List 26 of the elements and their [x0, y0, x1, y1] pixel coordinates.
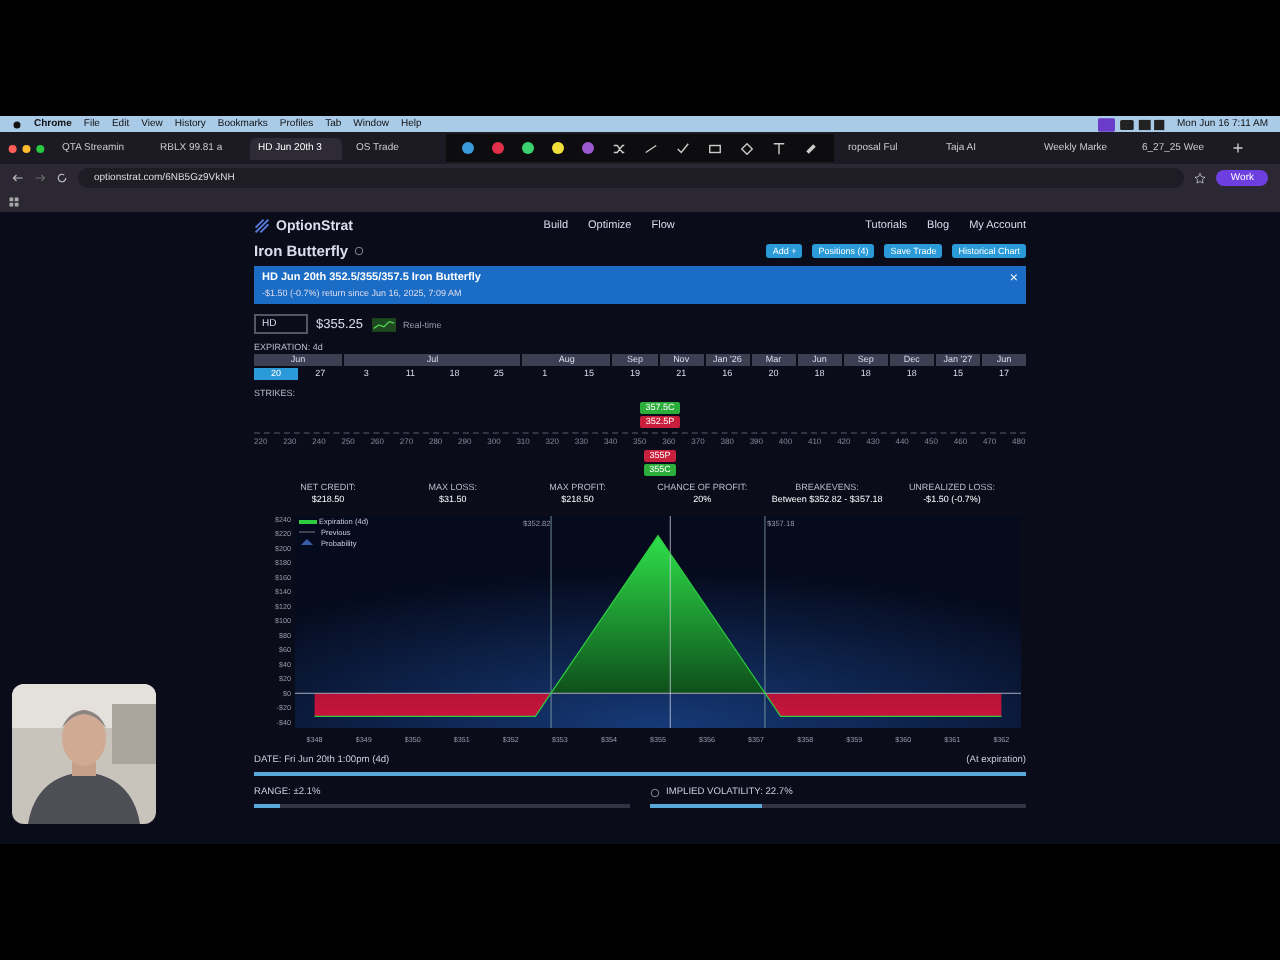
apps-icon[interactable]: [8, 196, 20, 208]
color-swatch[interactable]: [492, 142, 504, 154]
color-swatch[interactable]: [582, 142, 594, 154]
apple-icon[interactable]: [12, 118, 22, 130]
logo-icon: [254, 218, 270, 234]
probability-icon: [301, 539, 313, 545]
window-controls[interactable]: [8, 143, 48, 153]
star-icon[interactable]: [1194, 172, 1207, 184]
new-tab-icon[interactable]: [1232, 142, 1244, 154]
reset-icon[interactable]: [650, 788, 660, 798]
eraser-icon[interactable]: [804, 141, 818, 155]
color-swatch[interactable]: [552, 142, 564, 154]
text-tool-icon[interactable]: [772, 141, 786, 155]
legend-line: [298, 531, 316, 533]
diamond-icon[interactable]: [740, 141, 754, 155]
shuffle-icon[interactable]: [612, 141, 626, 155]
info-icon[interactable]: [354, 246, 365, 256]
back-icon[interactable]: [12, 172, 24, 184]
rectangle-icon[interactable]: [708, 141, 722, 155]
pen-icon[interactable]: [644, 141, 658, 155]
color-swatch[interactable]: [462, 142, 474, 154]
sparkline-icon: [371, 317, 395, 331]
status-icons[interactable]: [1097, 117, 1165, 131]
reload-icon[interactable]: [56, 172, 68, 184]
color-swatch[interactable]: [522, 142, 534, 154]
check-icon[interactable]: [676, 141, 690, 155]
